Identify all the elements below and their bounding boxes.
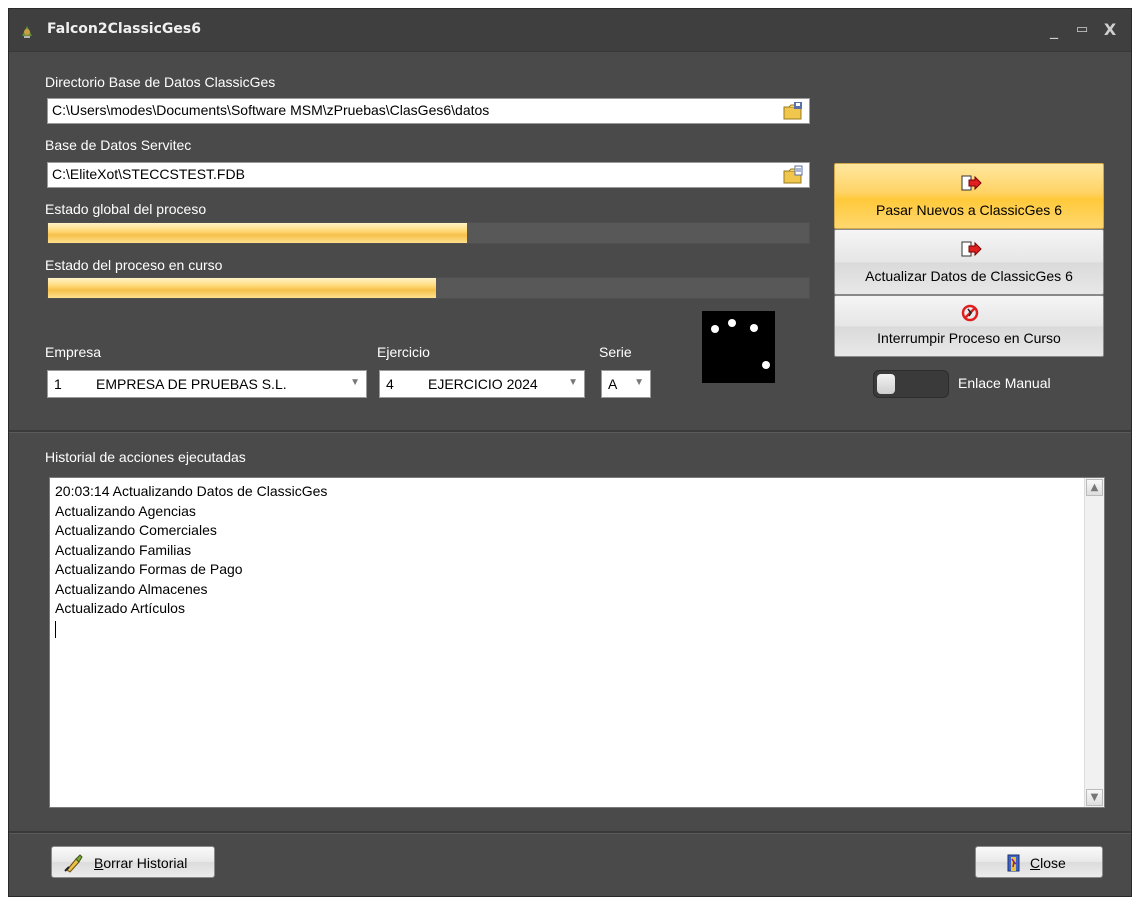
history-line: Actualizado Artículos (55, 600, 185, 616)
busy-dot (762, 361, 770, 369)
close-window-button[interactable]: X (1099, 19, 1121, 41)
maximize-button[interactable]: ▭ (1071, 19, 1093, 41)
history-line: Actualizando Comerciales (55, 522, 217, 538)
history-lines: 20:03:14 Actualizando Datos de ClassicGe… (55, 482, 327, 638)
export-arrow-icon (961, 241, 982, 257)
current-progress-bar (47, 277, 810, 299)
global-progress-bar (47, 222, 810, 244)
ejercicio-label: Ejercicio (377, 344, 430, 360)
empresa-name: EMPRESA DE PRUEBAS S.L. (96, 376, 287, 392)
global-progress-fill (48, 223, 467, 243)
chevron-down-icon: ▼ (350, 377, 360, 388)
enlace-manual-label: Enlace Manual (958, 375, 1051, 391)
pasar-nuevos-button[interactable]: Pasar Nuevos a ClassicGes 6 (834, 163, 1104, 229)
chevron-down-icon: ▼ (568, 377, 578, 388)
current-progress-fill (48, 278, 437, 298)
current-progress-label: Estado del proceso en curso (45, 257, 223, 273)
exit-door-icon (1007, 854, 1020, 872)
enlace-manual-toggle[interactable] (873, 370, 949, 398)
scroll-down-button[interactable]: ▼ (1086, 789, 1103, 806)
busy-indicator (702, 311, 775, 383)
history-label: Historial de acciones ejecutadas (45, 449, 246, 465)
eraser-brush-icon (64, 854, 83, 873)
empresa-select[interactable]: 1 EMPRESA DE PRUEBAS S.L. ▼ (47, 370, 367, 398)
scroll-up-button[interactable]: ▲ (1086, 479, 1103, 496)
chevron-down-icon: ▼ (634, 377, 644, 388)
serie-select[interactable]: A ▼ (601, 370, 651, 398)
empresa-code: 1 (54, 376, 62, 392)
window-title: Falcon2ClassicGes6 (47, 21, 201, 37)
title-bar: Falcon2ClassicGes6 _ ▭ X (9, 9, 1131, 52)
global-progress-label: Estado global del proceso (45, 201, 207, 217)
ejercicio-name: EJERCICIO 2024 (428, 376, 538, 392)
serie-value: A (608, 376, 618, 392)
stop-icon (961, 304, 979, 322)
close-button[interactable]: Close (975, 846, 1103, 878)
app-icon (22, 26, 32, 38)
busy-dot (728, 319, 736, 327)
minimize-button[interactable]: _ (1043, 19, 1065, 41)
browse-file-icon[interactable] (782, 164, 804, 186)
actualizar-button[interactable]: Actualizar Datos de ClassicGes 6 (834, 229, 1104, 295)
close-label: Close (1030, 855, 1066, 871)
history-line: Actualizando Agencias (55, 502, 196, 519)
footer-divider (9, 831, 1131, 834)
directory-field[interactable]: C:\Users\modes\Documents\Software MSM\zP… (47, 98, 810, 124)
ejercicio-code: 4 (386, 376, 394, 392)
main-window: Falcon2ClassicGes6 _ ▭ X Directorio Base… (8, 8, 1132, 897)
toggle-knob (877, 374, 895, 394)
database-label: Base de Datos Servitec (45, 137, 192, 153)
text-caret (55, 620, 56, 638)
history-line: Actualizando Formas de Pago (55, 561, 243, 577)
history-line: 20:03:14 Actualizando Datos de ClassicGe… (55, 483, 328, 499)
interrumpir-label: Interrumpir Proceso en Curso (877, 330, 1061, 346)
actualizar-label: Actualizar Datos de ClassicGes 6 (865, 268, 1073, 284)
borrar-historial-label: Borrar Historial (94, 855, 188, 871)
borrar-historial-button[interactable]: Borrar Historial (51, 846, 215, 878)
history-line: Actualizando Familias (55, 541, 192, 558)
history-scrollbar[interactable]: ▲ ▼ (1084, 478, 1104, 807)
empresa-label: Empresa (45, 344, 102, 360)
history-log[interactable]: 20:03:14 Actualizando Datos de ClassicGe… (49, 477, 1105, 808)
ejercicio-select[interactable]: 4 EJERCICIO 2024 ▼ (379, 370, 585, 398)
export-arrow-icon (961, 175, 982, 191)
section-divider (9, 430, 1131, 433)
database-field[interactable]: C:\EliteXot\STECCSTEST.FDB (47, 162, 810, 188)
history-line: Actualizando Almacenes (55, 580, 208, 597)
browse-folder-icon[interactable] (782, 100, 804, 122)
busy-dot (711, 325, 719, 333)
busy-dot (750, 324, 758, 332)
serie-label: Serie (599, 344, 632, 360)
interrumpir-button[interactable]: Interrumpir Proceso en Curso (834, 295, 1104, 357)
pasar-nuevos-label: Pasar Nuevos a ClassicGes 6 (876, 202, 1062, 218)
directory-label: Directorio Base de Datos ClassicGes (45, 74, 276, 90)
